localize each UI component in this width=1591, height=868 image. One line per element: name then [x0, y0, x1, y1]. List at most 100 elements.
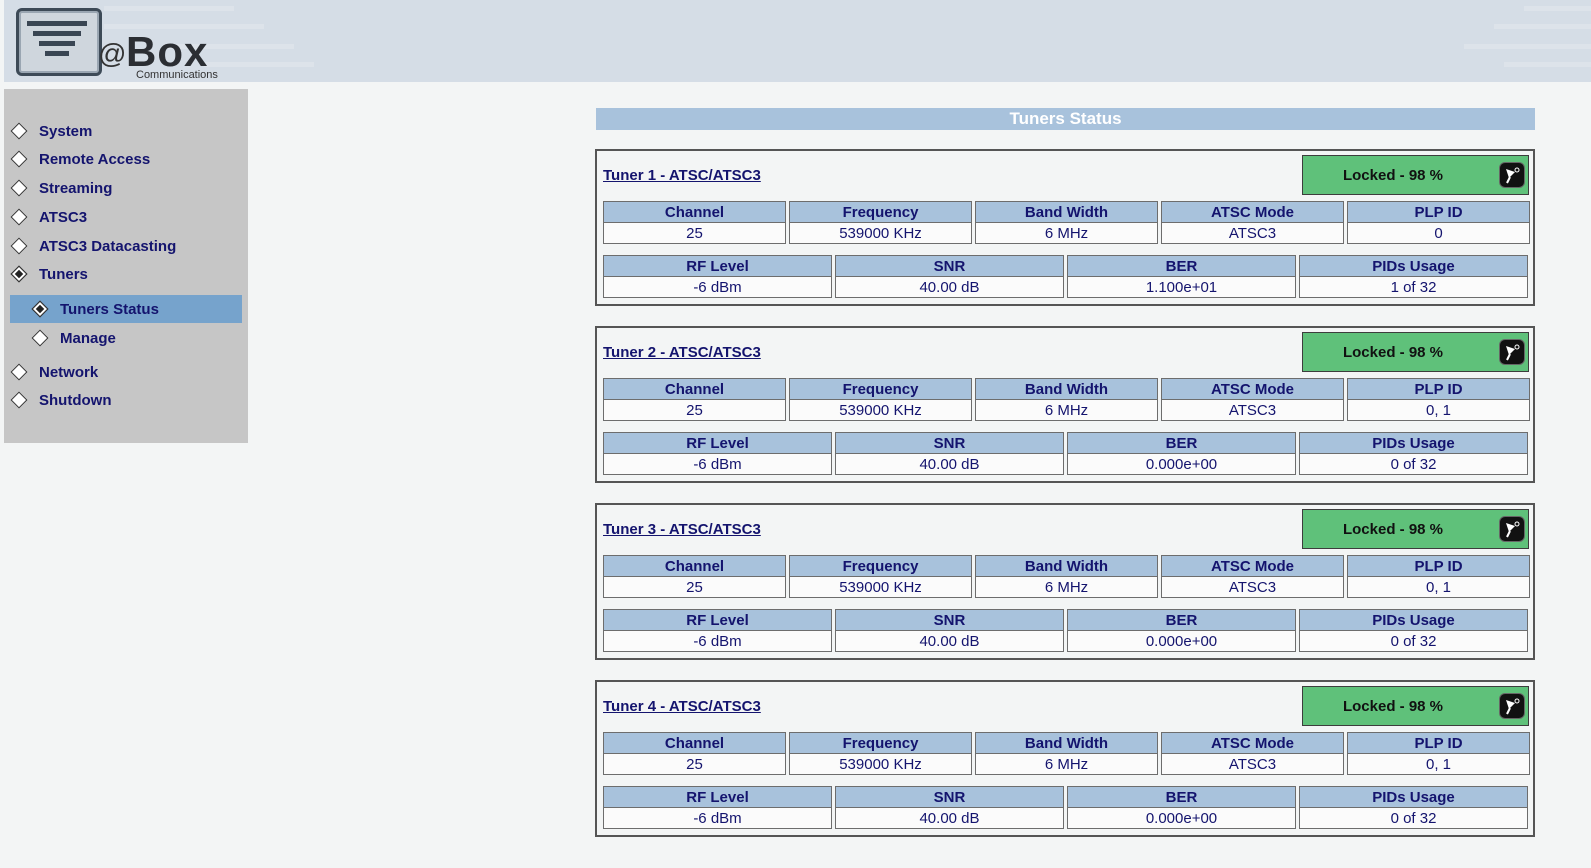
bandwidth-header: Band Width	[975, 555, 1158, 576]
nav-label: Shutdown	[39, 391, 112, 409]
mode-header: ATSC Mode	[1161, 378, 1344, 399]
pids-usage-header: PIDs Usage	[1299, 609, 1528, 630]
diamond-filled-icon	[31, 300, 49, 318]
pids-usage-value: 1 of 32	[1299, 276, 1528, 298]
nav-label: System	[39, 122, 93, 140]
satellite-dish-icon[interactable]	[1499, 162, 1525, 188]
nav-shutdown[interactable]: Shutdown	[4, 388, 111, 412]
nav-label: Tuners	[39, 265, 88, 283]
diamond-icon	[10, 208, 28, 226]
nav-atsc3[interactable]: ATSC3	[4, 205, 87, 229]
tv-logo-icon	[16, 8, 102, 76]
snr-value: 40.00 dB	[835, 807, 1064, 829]
channel-value: 25	[603, 399, 786, 421]
channel-header: Channel	[603, 732, 786, 753]
pids-usage-value: 0 of 32	[1299, 807, 1528, 829]
plp-header: PLP ID	[1347, 378, 1530, 399]
frequency-value: 539000 KHz	[789, 222, 972, 244]
nav-remote-access[interactable]: Remote Access	[4, 147, 150, 171]
ber-header: BER	[1067, 432, 1296, 453]
bandwidth-header: Band Width	[975, 732, 1158, 753]
plp-header: PLP ID	[1347, 732, 1530, 753]
tuner-signal-table: RF Level SNR BER PIDs Usage -6 dBm 40.00 dB 0.…	[600, 786, 1531, 829]
plp-id-value: 0, 1	[1347, 399, 1530, 421]
logo-subtitle: Communications	[136, 69, 218, 81]
tuner-link[interactable]: Tuner 4 - ATSC/ATSC3	[603, 698, 761, 715]
plp-id-value: 0, 1	[1347, 753, 1530, 775]
nav-tuners-status[interactable]: Tuners Status	[10, 295, 242, 323]
tuner-panel: Tuner 3 - ATSC/ATSC3 Locked - 98 % Channel…	[595, 503, 1535, 660]
nav-tuners[interactable]: Tuners	[4, 262, 88, 286]
page-title: Tuners Status	[596, 108, 1535, 130]
lock-status: Locked - 98 %	[1302, 686, 1529, 726]
lock-status: Locked - 98 %	[1302, 332, 1529, 372]
frequency-value: 539000 KHz	[789, 576, 972, 598]
nav-label: ATSC3 Datacasting	[39, 237, 177, 255]
frequency-value: 539000 KHz	[789, 753, 972, 775]
atsc-mode-value: ATSC3	[1161, 399, 1344, 421]
ber-value: 0.000e+00	[1067, 630, 1296, 652]
satellite-dish-icon[interactable]	[1499, 516, 1525, 542]
vbox-logo: @ Box Communications	[16, 8, 246, 81]
pids-usage-header: PIDs Usage	[1299, 786, 1528, 807]
lock-status-text: Locked - 98 %	[1342, 166, 1444, 184]
nav-label: ATSC3	[39, 208, 88, 226]
diamond-icon	[10, 237, 28, 255]
pids-usage-header: PIDs Usage	[1299, 432, 1528, 453]
diamond-icon	[10, 363, 28, 381]
satellite-dish-icon[interactable]	[1499, 339, 1525, 365]
bandwidth-value: 6 MHz	[975, 399, 1158, 421]
rf-level-value: -6 dBm	[603, 630, 832, 652]
tuner-link[interactable]: Tuner 1 - ATSC/ATSC3	[603, 167, 761, 184]
nav-system[interactable]: System	[4, 119, 92, 143]
snr-header: SNR	[835, 786, 1064, 807]
atsc-mode-value: ATSC3	[1161, 753, 1344, 775]
tuner-signal-table: RF Level SNR BER PIDs Usage -6 dBm 40.00 dB 0.…	[600, 432, 1531, 475]
tuner-panel: Tuner 1 - ATSC/ATSC3 Locked - 98 % Channel…	[595, 149, 1535, 306]
frequency-value: 539000 KHz	[789, 399, 972, 421]
rf-level-header: RF Level	[603, 255, 832, 276]
tuner-params-table: Channel Frequency Band Width ATSC Mode PLP I…	[600, 555, 1533, 598]
tuner-link[interactable]: Tuner 2 - ATSC/ATSC3	[603, 344, 761, 361]
diamond-icon	[10, 122, 28, 140]
plp-id-value: 0	[1347, 222, 1530, 244]
tuner-params-table: Channel Frequency Band Width ATSC Mode PLP I…	[600, 201, 1533, 244]
rf-level-header: RF Level	[603, 432, 832, 453]
tuner-signal-table: RF Level SNR BER PIDs Usage -6 dBm 40.00 dB 0.…	[600, 609, 1531, 652]
rf-level-value: -6 dBm	[603, 453, 832, 475]
lock-status-text: Locked - 98 %	[1342, 520, 1444, 538]
plp-id-value: 0, 1	[1347, 576, 1530, 598]
channel-value: 25	[603, 753, 786, 775]
bandwidth-value: 6 MHz	[975, 576, 1158, 598]
logo-at: @	[98, 38, 127, 69]
nav-label: Remote Access	[39, 150, 151, 168]
tuner-params-table: Channel Frequency Band Width ATSC Mode PLP I…	[600, 378, 1533, 421]
tuner-link[interactable]: Tuner 3 - ATSC/ATSC3	[603, 521, 761, 538]
rf-level-header: RF Level	[603, 609, 832, 630]
plp-header: PLP ID	[1347, 555, 1530, 576]
lock-status: Locked - 98 %	[1302, 509, 1529, 549]
nav-atsc3-datacasting[interactable]: ATSC3 Datacasting	[4, 234, 176, 258]
nav-streaming[interactable]: Streaming	[4, 176, 112, 200]
ber-value: 1.100e+01	[1067, 276, 1296, 298]
rf-level-header: RF Level	[603, 786, 832, 807]
satellite-dish-icon[interactable]	[1499, 693, 1525, 719]
bandwidth-value: 6 MHz	[975, 222, 1158, 244]
tuner-signal-table: RF Level SNR BER PIDs Usage -6 dBm 40.00 dB 1.…	[600, 255, 1531, 298]
lock-status-text: Locked - 98 %	[1342, 343, 1444, 361]
channel-value: 25	[603, 576, 786, 598]
snr-value: 40.00 dB	[835, 276, 1064, 298]
diamond-icon	[10, 150, 28, 168]
lock-status: Locked - 98 %	[1302, 155, 1529, 195]
channel-header: Channel	[603, 378, 786, 399]
nav-network[interactable]: Network	[4, 360, 98, 384]
ber-value: 0.000e+00	[1067, 807, 1296, 829]
rf-level-value: -6 dBm	[603, 276, 832, 298]
nav-manage[interactable]: Manage	[10, 324, 242, 352]
channel-value: 25	[603, 222, 786, 244]
channel-header: Channel	[603, 555, 786, 576]
pids-usage-value: 0 of 32	[1299, 630, 1528, 652]
atsc-mode-value: ATSC3	[1161, 222, 1344, 244]
tuner-params-table: Channel Frequency Band Width ATSC Mode PLP I…	[600, 732, 1533, 775]
mode-header: ATSC Mode	[1161, 732, 1344, 753]
